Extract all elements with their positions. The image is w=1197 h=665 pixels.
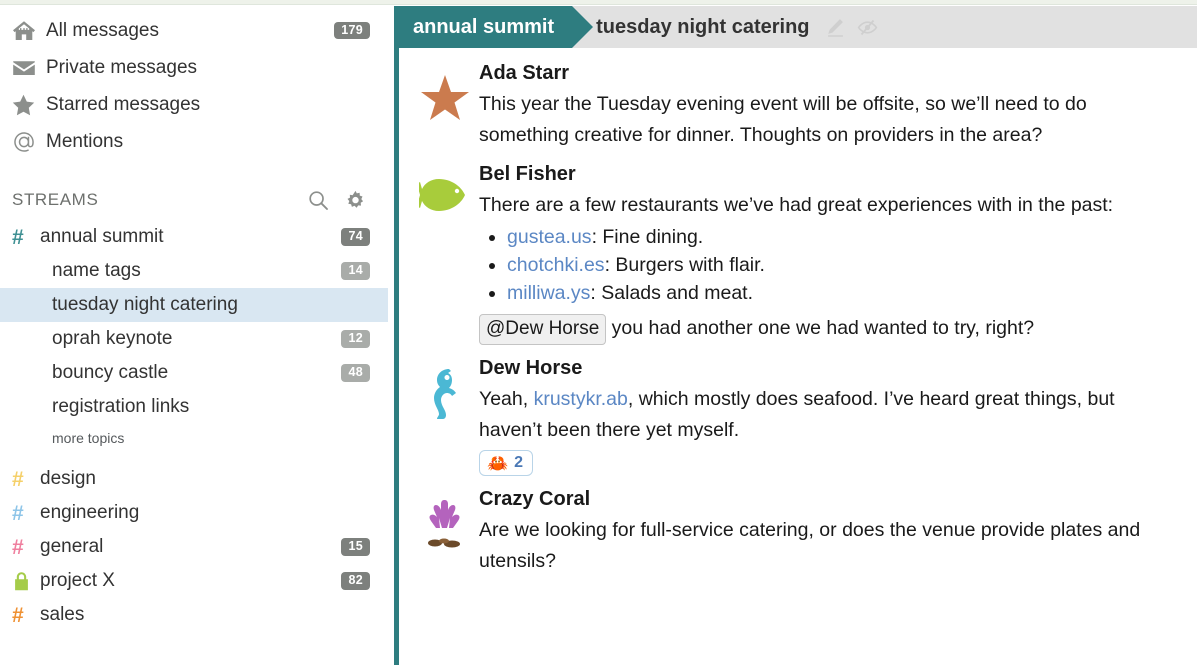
- sidebar-stream-sales[interactable]: # sales: [0, 598, 388, 632]
- message-list: Ada Starr This year the Tuesday evening …: [399, 48, 1197, 581]
- sidebar-item-label: Mentions: [46, 130, 124, 152]
- topic-name: tuesday night catering: [52, 294, 238, 315]
- topic-name: name tags: [52, 260, 141, 281]
- reaction-list: 🦀 2: [479, 450, 1177, 476]
- message-item: Crazy Coral Are we looking for full-serv…: [399, 480, 1197, 581]
- unread-badge: 48: [341, 364, 370, 382]
- topic-name: oprah keynote: [52, 328, 173, 349]
- lock-icon: [12, 571, 40, 592]
- sidebar-item-mentions[interactable]: Mentions: [0, 123, 388, 160]
- unread-badge: 14: [341, 262, 370, 280]
- topic-name: bouncy castle: [52, 362, 169, 383]
- hash-icon: #: [12, 603, 24, 627]
- sidebar-stream-annual-summit[interactable]: # annual summit 74: [0, 220, 388, 254]
- coral-icon: [411, 488, 479, 577]
- sidebar-item-label: All messages: [46, 19, 159, 41]
- envelope-icon: [12, 59, 46, 77]
- sidebar-topic-tuesday-night-catering[interactable]: tuesday night catering: [0, 288, 388, 322]
- hash-icon: #: [12, 225, 24, 249]
- list-item: gustea.us: Fine dining.: [507, 223, 1177, 251]
- stream-name: general: [40, 536, 104, 557]
- message-item: Ada Starr This year the Tuesday evening …: [399, 54, 1197, 155]
- link-list: gustea.us: Fine dining. chotchki.es: Bur…: [479, 223, 1177, 307]
- reaction-crab[interactable]: 🦀 2: [479, 450, 534, 476]
- unread-badge: 74: [341, 228, 370, 246]
- message-sender[interactable]: Dew Horse: [479, 357, 1177, 380]
- message-item: Dew Horse Yeah, krustykr.ab, which mostl…: [399, 349, 1197, 480]
- sidebar-stream-engineering[interactable]: # engineering: [0, 496, 388, 530]
- sidebar-stream-general[interactable]: # general 15: [0, 530, 388, 564]
- sidebar-topic-bouncy-castle[interactable]: bouncy castle 48: [0, 356, 388, 390]
- message-item: Bel Fisher There are a few restaurants w…: [399, 155, 1197, 349]
- sidebar-nav-list: All messages 179 Private messages Starre…: [0, 6, 388, 160]
- link[interactable]: milliwa.ys: [507, 282, 590, 304]
- message-text-before-link: Yeah,: [479, 388, 534, 410]
- message-text: Are we looking for full-service catering…: [479, 519, 1141, 572]
- sidebar-item-starred-messages[interactable]: Starred messages: [0, 86, 388, 123]
- message-text: There are a few restaurants we’ve had gr…: [479, 194, 1114, 216]
- unread-badge: 179: [334, 21, 370, 40]
- stream-name: engineering: [40, 502, 140, 523]
- stream-name: project X: [40, 570, 115, 591]
- sidebar-stream-design[interactable]: # design: [0, 462, 388, 496]
- link[interactable]: krustykr.ab: [534, 388, 628, 410]
- sidebar-topic-oprah-keynote[interactable]: oprah keynote 12: [0, 322, 388, 356]
- eye-slash-icon[interactable]: [857, 18, 878, 37]
- hash-icon: #: [12, 535, 24, 559]
- top-strip: [0, 0, 1197, 5]
- message-sender[interactable]: Crazy Coral: [479, 488, 1177, 511]
- user-mention[interactable]: @Dew Horse: [479, 314, 607, 345]
- reaction-count: 2: [514, 454, 524, 471]
- unread-badge: 12: [341, 330, 370, 348]
- at-sign-icon: [12, 130, 46, 154]
- mention-trailing-text: you had another one we had wanted to try…: [606, 317, 1035, 339]
- message-text: Yeah, krustykr.ab, which mostly does sea…: [479, 384, 1177, 446]
- star-icon: [12, 94, 46, 116]
- starfish-icon: [411, 62, 479, 151]
- list-item: chotchki.es: Burgers with flair.: [507, 251, 1177, 279]
- gear-icon[interactable]: [345, 190, 366, 211]
- message-sender[interactable]: Bel Fisher: [479, 163, 1177, 186]
- mention-line: @Dew Horse you had another one we had wa…: [479, 313, 1177, 345]
- link-description: : Burgers with flair.: [604, 254, 765, 276]
- fish-icon: [411, 163, 479, 345]
- unread-badge: 15: [341, 538, 370, 556]
- link-description: : Fine dining.: [591, 226, 704, 248]
- sidebar-item-private-messages[interactable]: Private messages: [0, 49, 388, 86]
- streams-title: STREAMS: [12, 190, 99, 209]
- stream-name: sales: [40, 604, 85, 625]
- link[interactable]: gustea.us: [507, 226, 592, 248]
- sidebar-stream-project-x[interactable]: project X 82: [0, 564, 388, 598]
- topic-name: registration links: [52, 396, 190, 417]
- topic-breadcrumb-bar: annual summit tuesday night catering: [399, 6, 1197, 48]
- list-item: milliwa.ys: Salads and meat.: [507, 279, 1177, 307]
- app-root: All messages 179 Private messages Starre…: [0, 0, 1197, 665]
- link[interactable]: chotchki.es: [507, 254, 605, 276]
- crab-icon: 🦀: [487, 453, 509, 473]
- sidebar-item-label: Starred messages: [46, 93, 201, 115]
- sidebar-topic-name-tags[interactable]: name tags 14: [0, 254, 388, 288]
- sidebar: All messages 179 Private messages Starre…: [0, 6, 388, 665]
- stream-name: annual summit: [40, 226, 164, 247]
- link-description: : Salads and meat.: [590, 282, 754, 304]
- seahorse-icon: [411, 357, 479, 476]
- sidebar-item-all-messages[interactable]: All messages 179: [0, 12, 388, 49]
- hash-icon: #: [12, 501, 24, 525]
- stream-name: design: [40, 468, 96, 489]
- sidebar-item-label: Private messages: [46, 56, 198, 78]
- home-icon: [12, 20, 46, 42]
- breadcrumb-topic[interactable]: tuesday night catering: [586, 6, 809, 48]
- streams-header: STREAMS: [0, 180, 388, 220]
- main-panel: annual summit tuesday night catering Ada…: [394, 6, 1197, 665]
- message-sender[interactable]: Ada Starr: [479, 62, 1177, 85]
- more-topics-link[interactable]: more topics: [0, 424, 388, 452]
- search-icon[interactable]: [308, 190, 329, 211]
- hash-icon: #: [12, 467, 24, 491]
- pencil-icon[interactable]: [826, 18, 845, 37]
- sidebar-topic-registration-links[interactable]: registration links: [0, 390, 388, 424]
- breadcrumb-stream[interactable]: annual summit: [399, 6, 594, 48]
- unread-badge: 82: [341, 572, 370, 590]
- message-text: This year the Tuesday evening event will…: [479, 93, 1087, 146]
